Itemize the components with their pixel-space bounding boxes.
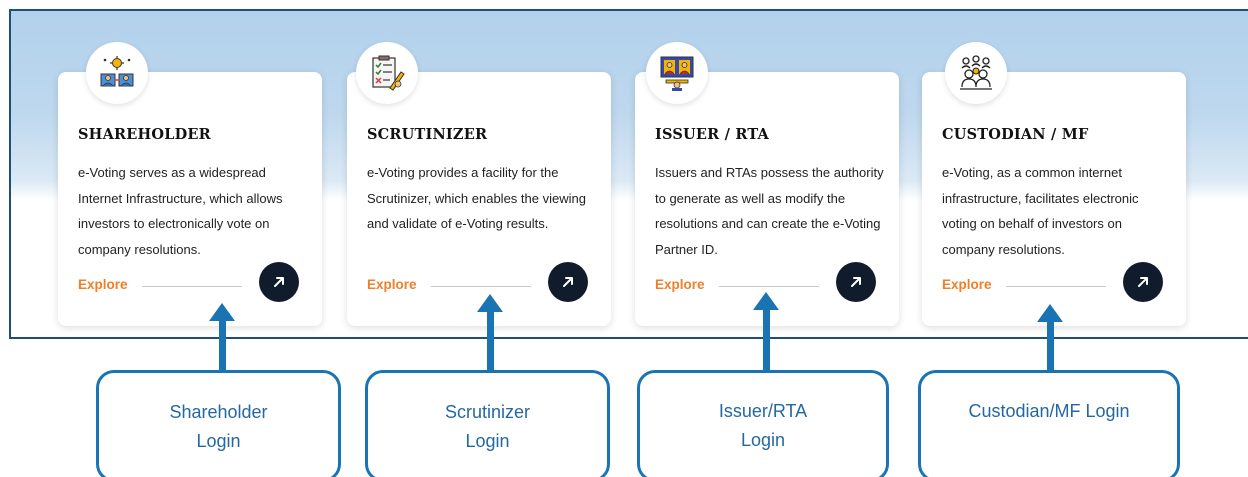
arrow-up-right-icon bbox=[274, 277, 284, 287]
callout-custodian-mf-login[interactable]: Custodian/MF Login bbox=[918, 370, 1180, 477]
stage: SHAREHOLDER e-Voting serves as a widespr… bbox=[0, 0, 1248, 477]
explore-divider bbox=[719, 286, 819, 287]
shareholder-voting-icon bbox=[100, 56, 134, 87]
explore-divider bbox=[431, 286, 531, 287]
shareholder-go-button[interactable] bbox=[259, 262, 299, 302]
card-title: SHAREHOLDER bbox=[78, 126, 211, 143]
callout-label: Shareholder Login bbox=[169, 402, 268, 451]
card-description: e-Voting provides a facility for the Scr… bbox=[367, 165, 586, 231]
card-title: SCRUTINIZER bbox=[367, 126, 488, 143]
arrow-up-head bbox=[209, 303, 235, 321]
callout-scrutinizer-login[interactable]: Scrutinizer Login bbox=[365, 370, 610, 477]
shareholder-icon-badge bbox=[86, 42, 148, 104]
card-description: Issuers and RTAs possess the authority t… bbox=[655, 165, 884, 257]
callout-shareholder-login[interactable]: Shareholder Login bbox=[96, 370, 341, 477]
issuer-meeting-icon bbox=[660, 56, 694, 91]
custodian-mf-icon-badge bbox=[945, 42, 1007, 104]
callout-label: Scrutinizer Login bbox=[444, 402, 531, 451]
card-title: ISSUER / RTA bbox=[655, 126, 769, 143]
arrow-up-right-icon bbox=[851, 277, 861, 287]
custodian-mf-go-button[interactable] bbox=[1123, 262, 1163, 302]
arrow-up-head bbox=[1037, 304, 1063, 322]
card-issuer-rta[interactable]: ISSUER / RTA Issuers and RTAs possess th… bbox=[635, 72, 899, 326]
card-scrutinizer[interactable]: SCRUTINIZER e-Voting provides a facility… bbox=[347, 72, 611, 326]
arrow-up-head bbox=[753, 292, 779, 310]
arrow-up-shaft bbox=[219, 320, 226, 372]
explore-link[interactable]: Explore bbox=[78, 277, 128, 292]
callout-issuer-rta-login[interactable]: Issuer/RTA Login bbox=[637, 370, 889, 477]
card-description: e-Voting serves as a widespread Internet… bbox=[78, 165, 283, 257]
callout-label: Custodian/MF Login bbox=[968, 401, 1130, 421]
scrutinizer-checklist-icon bbox=[372, 55, 405, 91]
explore-link[interactable]: Explore bbox=[367, 277, 417, 292]
explore-link[interactable]: Explore bbox=[942, 277, 992, 292]
arrow-up-shaft bbox=[1047, 321, 1054, 372]
explore-divider bbox=[142, 286, 242, 287]
arrow-up-right-icon bbox=[1138, 277, 1148, 287]
card-description: e-Voting, as a common internet infrastru… bbox=[942, 165, 1139, 257]
explore-link[interactable]: Explore bbox=[655, 277, 705, 292]
scrutinizer-go-button[interactable] bbox=[548, 262, 588, 302]
card-title: CUSTODIAN / MF bbox=[942, 126, 1089, 143]
arrow-up-shaft bbox=[763, 309, 770, 372]
explore-divider bbox=[1006, 286, 1106, 287]
custodian-group-icon bbox=[960, 55, 992, 90]
issuer-rta-go-button[interactable] bbox=[836, 262, 876, 302]
arrow-up-head bbox=[477, 294, 503, 312]
issuer-rta-icon-badge bbox=[646, 42, 708, 104]
scrutinizer-icon-badge bbox=[356, 42, 418, 104]
card-shareholder[interactable]: SHAREHOLDER e-Voting serves as a widespr… bbox=[58, 72, 322, 326]
card-custodian-mf[interactable]: CUSTODIAN / MF e-Voting, as a common int… bbox=[922, 72, 1186, 326]
arrow-up-shaft bbox=[487, 311, 494, 372]
callout-label: Issuer/RTA Login bbox=[718, 401, 808, 450]
arrow-up-right-icon bbox=[563, 277, 573, 287]
